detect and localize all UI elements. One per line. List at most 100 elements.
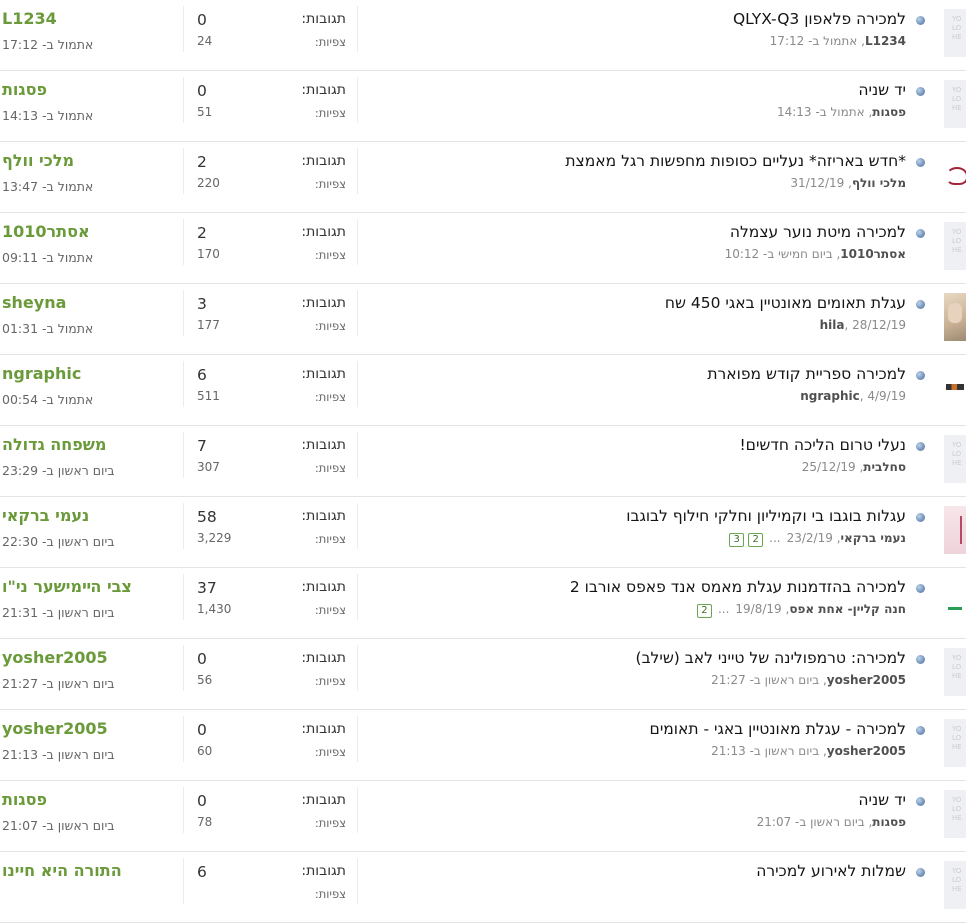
thread-author[interactable]: חנה קליין- אחת אפס — [789, 602, 906, 616]
thread-meta: פסגות, ביום ראשון ב- 21:07 — [751, 815, 906, 829]
thread-author[interactable]: מלכי וולף — [852, 176, 906, 190]
thread-row[interactable]: YO LO HE למכירה - עגלת מאונטיין באגי - תאו… — [0, 710, 966, 781]
last-post-user[interactable]: פסגות — [2, 80, 47, 99]
thread-row[interactable]: עגלות בוגבו בי וקמיליון וחלקי חילוף לבוג… — [0, 497, 966, 568]
thread-title[interactable]: למכירה מיטת נוער עצמלה — [730, 223, 906, 241]
thread-row[interactable]: YO LO HE למכירה: טרמפולינה של טייני לאב (ש… — [0, 639, 966, 710]
thread-title[interactable]: למכירה בהזדמנות עגלת מאמס אנד פאפס אורבו… — [570, 578, 906, 596]
thread-author[interactable]: yosher2005 — [827, 673, 906, 687]
author-avatar[interactable] — [944, 293, 966, 341]
column-divider — [183, 432, 184, 478]
last-post-user[interactable]: sheyna — [2, 293, 66, 312]
thread-title[interactable]: למכירה: טרמפולינה של טייני לאב (שילב) — [636, 649, 906, 667]
thread-title[interactable]: למכירה ספריית קודש מפוארת — [707, 365, 906, 383]
last-post-user[interactable]: מלכי וולף — [2, 151, 74, 170]
last-post-user[interactable]: צבי הײמישער ני"ו — [2, 577, 132, 596]
column-divider — [357, 77, 358, 123]
avatar-placeholder: YO LO HE — [952, 725, 962, 751]
thread-meta: אסתר1010, ביום חמישי ב- 10:12 — [719, 247, 906, 261]
thread-row[interactable]: למכירה ספריית קודש מפוארת ngraphic, 4/9/… — [0, 355, 966, 426]
author-avatar[interactable] — [944, 577, 966, 625]
thread-author[interactable]: אסתר1010 — [840, 247, 906, 261]
author-avatar[interactable] — [944, 364, 966, 412]
last-post-user[interactable]: נעמי ברקאי — [2, 506, 89, 525]
thread-row[interactable]: YO LO HE יד שניה פסגות, ביום ראשון ב- 21:0… — [0, 781, 966, 852]
last-post-time[interactable]: ביום ראשון ב- 23:29 — [2, 463, 115, 478]
views-label: צפיות: — [314, 35, 346, 49]
author-avatar[interactable]: YO LO HE — [944, 9, 966, 57]
last-post-time[interactable]: ביום ראשון ב- 21:07 — [2, 818, 115, 833]
thread-row[interactable]: YO LO HE נעלי טרום הליכה חדשים! סחלבית, 25… — [0, 426, 966, 497]
thread-row[interactable]: למכירה בהזדמנות עגלת מאמס אנד פאפס אורבו… — [0, 568, 966, 639]
thread-author[interactable]: L1234 — [865, 34, 906, 48]
replies-label: תגובות: — [301, 508, 346, 524]
thread-title[interactable]: שמלות לאירוע למכירה — [756, 862, 906, 880]
thread-start-date: , ביום ראשון ב- 21:27 — [711, 673, 827, 687]
thread-author[interactable]: פסגות — [872, 105, 906, 119]
thread-meta: L1234, אתמול ב- 17:12 — [764, 34, 906, 48]
page-link[interactable]: 3 — [729, 533, 745, 547]
last-post-user[interactable]: אסתר1010 — [2, 222, 90, 241]
last-post-time[interactable]: ביום ראשון ב- 21:13 — [2, 747, 115, 762]
author-avatar[interactable] — [944, 506, 966, 554]
last-post-user[interactable]: yosher2005 — [2, 648, 108, 667]
last-post-time[interactable]: אתמול ב- 01:31 — [2, 321, 93, 336]
page-link[interactable]: 2 — [696, 604, 712, 618]
column-divider — [183, 361, 184, 407]
last-post-time[interactable]: ביום ראשון ב- 22:30 — [2, 534, 115, 549]
last-post-time[interactable]: אתמול ב- 00:54 — [2, 392, 93, 407]
thread-title[interactable]: למכירה פלאפון QLYX-Q3 — [733, 10, 906, 28]
thread-title[interactable]: *חדש באריזה* נעליים כסופות מחפשות רגל מא… — [565, 152, 906, 170]
last-post-user[interactable]: L1234 — [2, 9, 57, 28]
last-post-user[interactable]: משפחה גדולה — [2, 435, 107, 454]
last-post-time[interactable]: ביום ראשון ב- 21:31 — [2, 605, 115, 620]
author-avatar[interactable]: YO LO HE — [944, 648, 966, 696]
column-divider — [357, 6, 358, 52]
page-links: ... 2 — [693, 602, 729, 618]
column-divider — [183, 219, 184, 265]
last-post-user[interactable]: פסגות — [2, 790, 47, 809]
last-post-user[interactable]: yosher2005 — [2, 719, 108, 738]
author-avatar[interactable]: YO LO HE — [944, 790, 966, 838]
replies-label: תגובות: — [301, 295, 346, 311]
thread-title[interactable]: עגלת תאומים מאונטיין באגי 450 שח — [665, 294, 906, 312]
author-avatar[interactable] — [944, 151, 966, 199]
views-count: 177 — [197, 318, 220, 332]
thread-title[interactable]: עגלות בוגבו בי וקמיליון וחלקי חילוף לבוג… — [626, 507, 906, 525]
avatar-image — [948, 599, 962, 610]
last-post-user[interactable]: ngraphic — [2, 364, 81, 383]
column-divider — [357, 361, 358, 407]
thread-title[interactable]: יד שניה — [858, 791, 906, 809]
column-divider — [183, 148, 184, 194]
thread-author[interactable]: yosher2005 — [827, 744, 906, 758]
last-post-time[interactable]: אתמול ב- 13:47 — [2, 179, 93, 194]
thread-row[interactable]: YO LO HE שמלות לאירוע למכירה תגובות: צפיות… — [0, 852, 966, 923]
thread-author[interactable]: hila — [820, 318, 845, 332]
author-avatar[interactable]: YO LO HE — [944, 222, 966, 270]
thread-author[interactable]: נעמי ברקאי — [841, 531, 906, 545]
last-post-time[interactable]: אתמול ב- 09:11 — [2, 250, 93, 265]
thread-start-date: , אתמול ב- 17:12 — [769, 34, 865, 48]
last-post-time[interactable]: ביום ראשון ב- 21:27 — [2, 676, 115, 691]
last-post-user[interactable]: התורה היא חיינו — [2, 861, 122, 880]
thread-row[interactable]: YO LO HE למכירה פלאפון QLYX-Q3 L1234, אתמו… — [0, 0, 966, 71]
thread-title[interactable]: למכירה - עגלת מאונטיין באגי - תאומים — [650, 720, 906, 738]
thread-author[interactable]: סחלבית — [863, 460, 906, 474]
replies-count: 58 — [197, 508, 217, 526]
author-avatar[interactable]: YO LO HE — [944, 80, 966, 128]
last-post-time[interactable]: אתמול ב- 14:13 — [2, 108, 93, 123]
thread-author[interactable]: פסגות — [872, 815, 906, 829]
thread-row[interactable]: עגלת תאומים מאונטיין באגי 450 שח hila, 2… — [0, 284, 966, 355]
author-avatar[interactable]: YO LO HE — [944, 719, 966, 767]
thread-title[interactable]: נעלי טרום הליכה חדשים! — [739, 436, 906, 454]
page-link[interactable]: 2 — [748, 533, 764, 547]
author-avatar[interactable]: YO LO HE — [944, 861, 966, 909]
thread-title[interactable]: יד שניה — [858, 81, 906, 99]
replies-label: תגובות: — [301, 437, 346, 453]
thread-row[interactable]: YO LO HE למכירה מיטת נוער עצמלה אסתר1010, … — [0, 213, 966, 284]
author-avatar[interactable]: YO LO HE — [944, 435, 966, 483]
thread-author[interactable]: ngraphic — [800, 389, 860, 403]
thread-row[interactable]: *חדש באריזה* נעליים כסופות מחפשות רגל מא… — [0, 142, 966, 213]
thread-row[interactable]: YO LO HE יד שניה פסגות, אתמול ב- 14:13 תגו… — [0, 71, 966, 142]
last-post-time[interactable]: אתמול ב- 17:12 — [2, 37, 93, 52]
